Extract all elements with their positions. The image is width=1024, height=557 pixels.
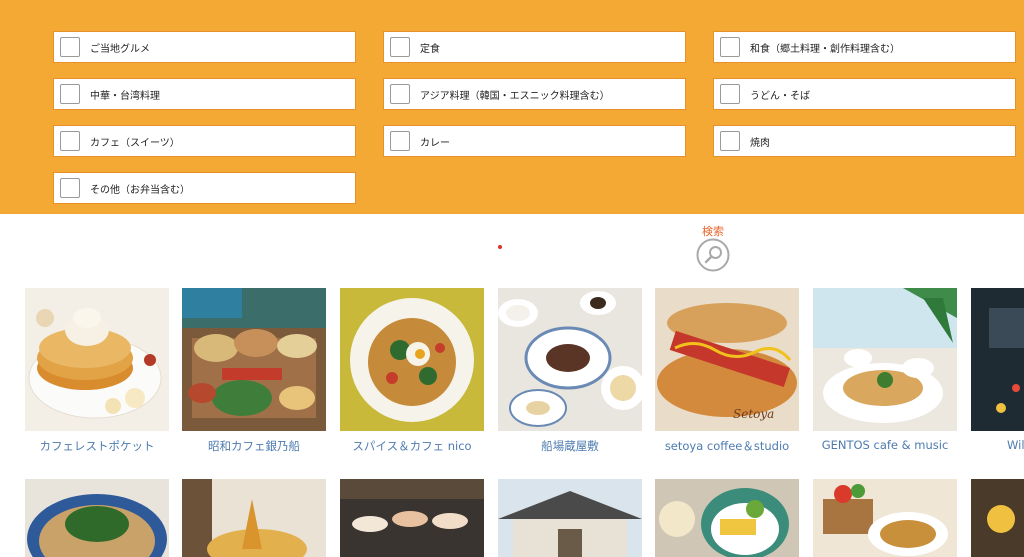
restaurant-name[interactable]: 船場蔵屋敷: [488, 438, 652, 454]
search-area: 検索: [0, 214, 1024, 284]
filter-option-curry[interactable]: カレー: [383, 125, 686, 157]
filter-option-cafe[interactable]: カフェ（スイーツ）: [53, 125, 356, 157]
restaurant-photo[interactable]: [971, 288, 1024, 431]
restaurant-card[interactable]: [25, 479, 169, 557]
restaurant-card[interactable]: [971, 479, 1024, 557]
restaurant-name[interactable]: 昭和カフェ銀乃船: [172, 438, 336, 454]
search-label[interactable]: 検索: [692, 223, 734, 239]
indicator-dot: [498, 245, 502, 249]
checkbox[interactable]: [60, 131, 80, 151]
filter-option-label: カフェ（スイーツ）: [90, 137, 180, 149]
restaurant-photo[interactable]: [971, 479, 1024, 557]
filter-option-gotouchi-gourmet[interactable]: ご当地グルメ: [53, 31, 356, 63]
filter-option-udon-soba[interactable]: うどん・そば: [713, 78, 1016, 110]
filter-option-label: うどん・そば: [750, 90, 810, 102]
filter-option-label: その他（お弁当含む）: [90, 184, 190, 196]
filter-option-asian[interactable]: アジア料理（韓国・エスニック料理含む）: [383, 78, 686, 110]
checkbox[interactable]: [60, 84, 80, 104]
filter-option-label: ご当地グルメ: [90, 43, 150, 55]
filter-option-label: 焼肉: [750, 137, 770, 149]
category-filter-panel: ご当地グルメ 定食 和食（郷土料理・創作料理含む） 中華・台湾料理 アジア料理（…: [0, 0, 1024, 214]
restaurant-photo[interactable]: [655, 479, 799, 557]
checkbox[interactable]: [720, 131, 740, 151]
svg-text:Setoya: Setoya: [733, 407, 774, 421]
restaurant-card[interactable]: [182, 479, 326, 557]
restaurant-card[interactable]: [498, 479, 642, 557]
checkbox[interactable]: [720, 37, 740, 57]
restaurant-card[interactable]: スパイス＆カフェ nico: [340, 288, 484, 453]
filter-option-chuka[interactable]: 中華・台湾料理: [53, 78, 356, 110]
checkbox[interactable]: [390, 37, 410, 57]
restaurant-photo[interactable]: [340, 479, 484, 557]
restaurant-card[interactable]: Wil: [971, 288, 1024, 452]
restaurant-card[interactable]: [813, 479, 957, 557]
filter-option-label: 定食: [420, 43, 440, 55]
restaurant-name[interactable]: カフェレストポケット: [15, 438, 179, 454]
filter-option-label: 中華・台湾料理: [90, 90, 160, 102]
restaurant-name[interactable]: スパイス＆カフェ nico: [330, 438, 494, 454]
checkbox[interactable]: [720, 84, 740, 104]
restaurant-card[interactable]: GENTOS cafe & music: [813, 288, 957, 452]
checkbox[interactable]: [390, 84, 410, 104]
restaurant-card[interactable]: Setoya setoya coffee＆studio: [655, 288, 799, 453]
filter-option-label: カレー: [420, 137, 450, 149]
restaurant-name[interactable]: GENTOS cafe & music: [803, 438, 967, 452]
filter-option-label: アジア料理（韓国・エスニック料理含む）: [420, 90, 610, 102]
filter-option-yakiniku[interactable]: 焼肉: [713, 125, 1016, 157]
restaurant-card[interactable]: 船場蔵屋敷: [498, 288, 642, 453]
restaurant-photo[interactable]: [182, 479, 326, 557]
restaurant-photo[interactable]: [182, 288, 326, 431]
checkbox[interactable]: [390, 131, 410, 151]
restaurant-card[interactable]: カフェレストポケット: [25, 288, 169, 453]
magnifier-icon[interactable]: [696, 238, 730, 272]
restaurant-photo[interactable]: [813, 288, 957, 431]
restaurant-photo[interactable]: [498, 288, 642, 431]
filter-option-label: 和食（郷土料理・創作料理含む）: [750, 43, 900, 55]
filter-option-other[interactable]: その他（お弁当含む）: [53, 172, 356, 204]
restaurant-name[interactable]: Wil: [971, 438, 1024, 452]
restaurant-card[interactable]: [340, 479, 484, 557]
filter-option-washoku[interactable]: 和食（郷土料理・創作料理含む）: [713, 31, 1016, 63]
restaurant-card[interactable]: [655, 479, 799, 557]
restaurant-photo[interactable]: [813, 479, 957, 557]
restaurant-photo[interactable]: Setoya: [655, 288, 799, 431]
restaurant-photo[interactable]: [25, 479, 169, 557]
filter-option-teishoku[interactable]: 定食: [383, 31, 686, 63]
restaurant-name[interactable]: setoya coffee＆studio: [645, 438, 809, 454]
checkbox[interactable]: [60, 178, 80, 198]
restaurant-photo[interactable]: [25, 288, 169, 431]
restaurant-photo[interactable]: [498, 479, 642, 557]
restaurant-card[interactable]: 昭和カフェ銀乃船: [182, 288, 326, 453]
checkbox[interactable]: [60, 37, 80, 57]
restaurant-photo[interactable]: [340, 288, 484, 431]
